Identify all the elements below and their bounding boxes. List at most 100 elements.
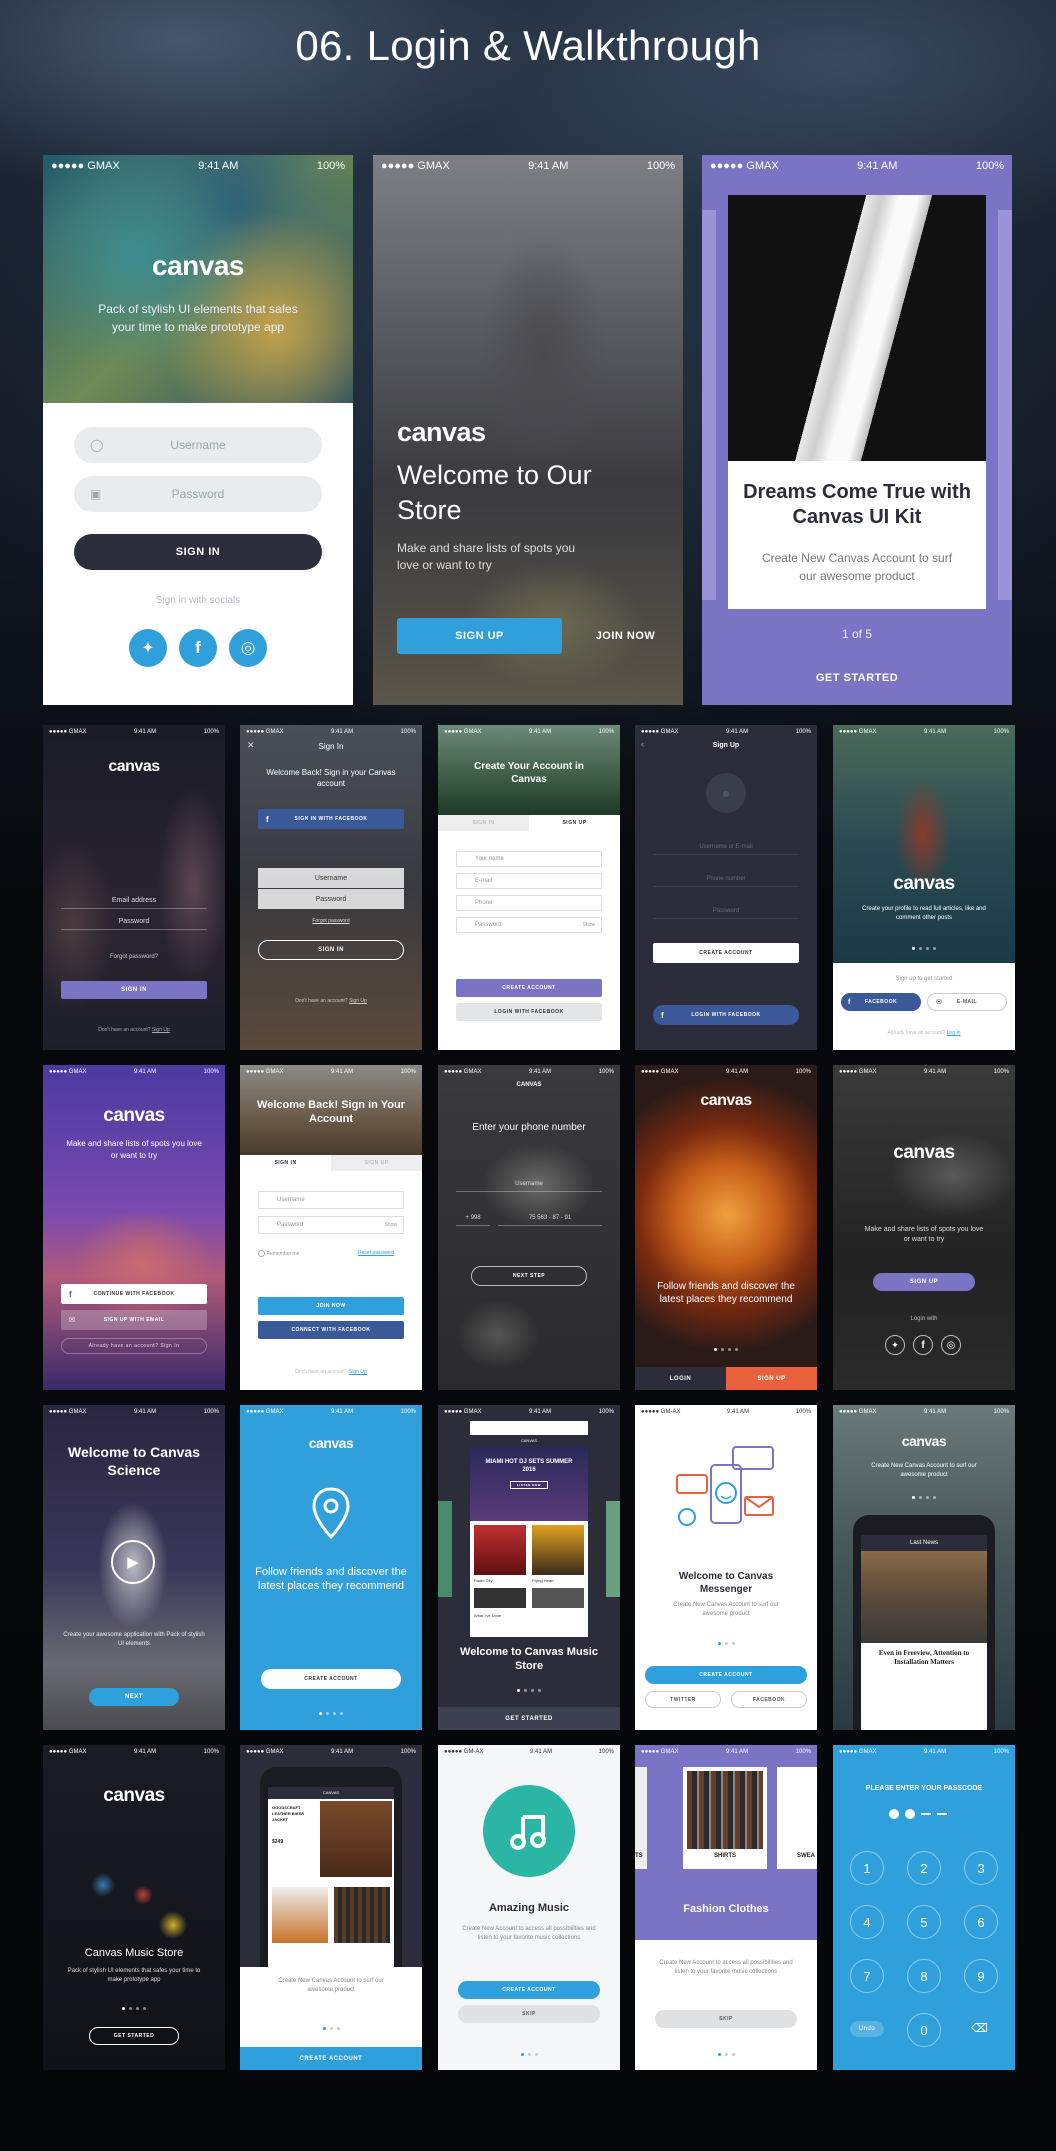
facebook-button[interactable]: f SIGN IN WITH FACEBOOK xyxy=(258,809,404,829)
create-account-button[interactable]: CREATE ACCOUNT xyxy=(645,1666,807,1684)
name-field[interactable]: Your name xyxy=(456,851,602,867)
phone-field[interactable]: Phone xyxy=(456,895,602,911)
screen-news: ●●●●● GMAX 9:41 AM 100% canvas Create New … xyxy=(833,1405,1015,1730)
avatar[interactable]: ● xyxy=(706,773,746,813)
key-3[interactable]: 3 xyxy=(964,1851,998,1885)
remember-checkbox[interactable]: Remember me xyxy=(258,1250,299,1257)
username-field[interactable]: Username xyxy=(258,868,404,888)
get-started-button[interactable]: GET STARTED xyxy=(89,2027,179,2045)
facebook-button[interactable]: f CONTINUE WITH FACEBOOK xyxy=(61,1284,207,1304)
create-account-button[interactable]: CREATE ACCOUNT xyxy=(458,1981,600,1999)
password-field[interactable]: Password Show xyxy=(456,917,602,933)
sign-up-button[interactable]: SIGN UP xyxy=(397,618,562,654)
create-account-button[interactable]: CREATE ACCOUNT xyxy=(653,943,799,963)
forgot-link[interactable]: Forgot password xyxy=(240,918,422,924)
play-icon[interactable]: ▶ xyxy=(111,1540,155,1584)
key-6[interactable]: 6 xyxy=(964,1905,998,1939)
sign-up-link[interactable]: Sign Up xyxy=(152,1027,170,1033)
key-2[interactable]: 2 xyxy=(907,1851,941,1885)
key-0[interactable]: 0 xyxy=(907,2013,941,2047)
password-field[interactable]: Password xyxy=(653,903,799,919)
username-field[interactable]: Username xyxy=(456,1176,602,1192)
tab-sign-in[interactable]: SIGN IN xyxy=(240,1155,331,1171)
twitter-button[interactable]: TWITTER xyxy=(645,1691,721,1708)
password-field[interactable]: Password xyxy=(61,914,207,930)
status-bar: ●●●●● GM-AX 9:41 AM 100% xyxy=(444,1749,614,1755)
email-field[interactable]: E-mail xyxy=(456,873,602,889)
reset-password-link[interactable]: Reset password xyxy=(358,1250,394,1256)
tab-sign-up[interactable]: SIGN UP xyxy=(331,1155,422,1171)
screen-canvas-science: ●●●●● GMAX 9:41 AM 100% Welcome to Canvas … xyxy=(43,1405,225,1730)
page-dots xyxy=(438,2053,620,2056)
sign-in-button[interactable]: SIGN IN xyxy=(258,940,404,960)
tab-sign-up[interactable]: SIGN UP xyxy=(529,815,620,831)
get-started-button[interactable]: GET STARTED xyxy=(702,665,1012,691)
create-account-button[interactable]: CREATE ACCOUNT xyxy=(261,1669,401,1689)
facebook-button[interactable]: FACEBOOK xyxy=(731,1691,807,1708)
undo-button[interactable]: Undo xyxy=(850,2021,884,2037)
facebook-icon: f xyxy=(661,1010,665,1020)
join-now-button[interactable]: JOIN NOW xyxy=(258,1297,404,1315)
key-9[interactable]: 9 xyxy=(964,1959,998,1993)
key-8[interactable]: 8 xyxy=(907,1959,941,1993)
create-account-button[interactable]: CREATE ACCOUNT xyxy=(456,979,602,997)
key-5[interactable]: 5 xyxy=(907,1905,941,1939)
country-code-field[interactable]: + 998 xyxy=(456,1210,490,1226)
get-started-button[interactable]: GET STARTED xyxy=(438,1707,620,1730)
facebook-login-button[interactable]: LOGIN WITH FACEBOOK xyxy=(456,1003,602,1021)
join-now-link[interactable]: JOIN NOW xyxy=(583,618,668,654)
skip-button[interactable]: SKIP xyxy=(655,2010,797,2028)
sign-up-link[interactable]: Sign Up xyxy=(349,998,367,1004)
subtitle: Create New Canvas Account to surf our aw… xyxy=(871,1463,977,1478)
next-button[interactable]: NEXT xyxy=(89,1688,179,1706)
screen-create-account: ●●●●● GMAX 9:41 AM 100% Create Your Accoun… xyxy=(438,725,620,1050)
skip-button[interactable]: SKIP xyxy=(458,2005,600,2023)
phone-field[interactable]: 75 563 - 87 - 91 xyxy=(498,1210,602,1226)
twitter-icon[interactable]: ✦ xyxy=(129,629,167,667)
sign-up-link[interactable]: Sign Up xyxy=(349,1369,367,1375)
log-in-link[interactable]: Log In xyxy=(947,1030,961,1036)
phone-field[interactable]: Phone number xyxy=(653,871,799,887)
key-7[interactable]: 7 xyxy=(850,1959,884,1993)
username-field[interactable]: ◯ Username xyxy=(74,427,322,463)
status-bar: ●●●●● GMAX 9:41 AM 100% xyxy=(51,160,345,172)
mail-icon: ✉ xyxy=(69,1317,76,1324)
facebook-login-button[interactable]: f LOGIN WITH FACEBOOK xyxy=(653,1005,799,1025)
key-1[interactable]: 1 xyxy=(850,1851,884,1885)
create-account-button[interactable]: CREATE ACCOUNT xyxy=(240,2047,422,2070)
next-step-button[interactable]: NEXT STEP xyxy=(471,1266,587,1286)
password-field[interactable]: Password Show xyxy=(258,1216,404,1234)
screen-profile-signup: ●●●●● GMAX 9:41 AM 100% canvas Create your… xyxy=(833,725,1015,1050)
passcode-heading: PLEASE ENTER YOUR PASSCODE xyxy=(865,1785,983,1792)
facebook-button[interactable]: f FACEBOOK xyxy=(841,993,921,1011)
product-label: SHIRTS xyxy=(713,1853,736,1859)
facebook-icon[interactable]: f xyxy=(913,1335,933,1355)
phone-screen: CANVAS GOODSCRAFT LEATHER BIKER JACKET $… xyxy=(268,1787,394,1967)
facebook-connect-button[interactable]: CONNECT WITH FACEBOOK xyxy=(258,1321,404,1339)
key-4[interactable]: 4 xyxy=(850,1905,884,1939)
email-field[interactable]: Email address xyxy=(61,893,207,909)
sign-in-button[interactable]: SIGN IN xyxy=(61,981,207,999)
sign-up-button[interactable]: SIGN UP xyxy=(873,1273,975,1291)
tab-sign-in[interactable]: SIGN IN xyxy=(438,815,529,831)
username-field[interactable]: Username or E-mail xyxy=(653,839,799,855)
dribbble-icon[interactable]: ◎ xyxy=(229,629,267,667)
facebook-icon[interactable]: f xyxy=(179,629,217,667)
forgot-link[interactable]: Forgot password? xyxy=(43,954,225,960)
sign-in-button[interactable]: SIGN IN xyxy=(74,534,322,570)
twitter-icon[interactable]: ✦ xyxy=(885,1335,905,1355)
sign-in-link[interactable]: Sign In xyxy=(160,1343,179,1349)
phone-screen: Last News Even in Freeview, Attention to… xyxy=(861,1535,987,1730)
username-field[interactable]: Username xyxy=(258,1191,404,1209)
dribbble-icon[interactable]: ◎ xyxy=(941,1335,961,1355)
password-field[interactable]: Password xyxy=(258,889,404,909)
sign-up-button[interactable]: SIGN UP xyxy=(726,1367,817,1390)
phone-mockup: Last News Even in Freeview, Attention to… xyxy=(853,1515,995,1730)
listen-now-button[interactable]: LISTEN NOW xyxy=(510,1481,548,1489)
email-button[interactable]: ✉ E-MAIL xyxy=(927,993,1007,1011)
login-button[interactable]: LOGIN xyxy=(635,1367,726,1390)
backspace-icon[interactable]: ⌫ xyxy=(971,2021,988,2035)
page-dots xyxy=(43,2007,225,2010)
email-signup-button[interactable]: ✉ SIGN UP WITH EMAIL xyxy=(61,1310,207,1330)
password-field[interactable]: ▣ Password xyxy=(74,476,322,512)
